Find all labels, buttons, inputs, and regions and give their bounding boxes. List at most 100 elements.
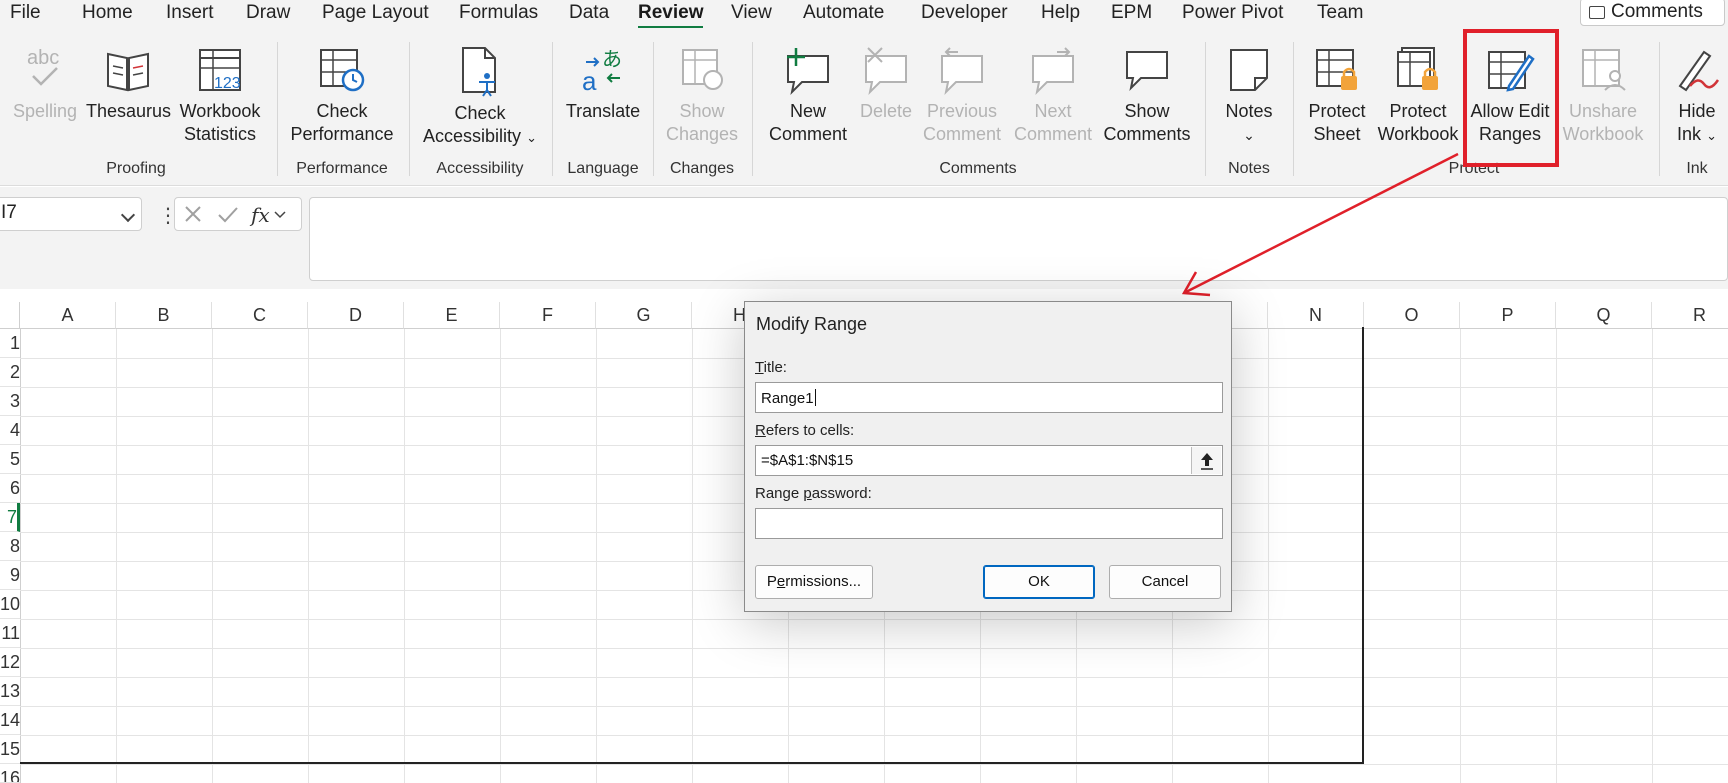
column-header[interactable]: C (212, 302, 308, 329)
row-header[interactable]: 14 (0, 706, 20, 735)
menu-automate[interactable]: Automate (803, 2, 884, 24)
protect-sheet-button[interactable]: Protect Sheet (1302, 46, 1372, 146)
cancel-button[interactable]: Cancel (1109, 565, 1221, 599)
row-header[interactable]: 2 (0, 358, 20, 387)
next-comment-icon (1032, 47, 1074, 96)
row-header[interactable]: 12 (0, 648, 20, 677)
group-label-proofing: Proofing (106, 160, 166, 177)
show-comments-icon (1126, 51, 1168, 92)
thesaurus-button[interactable]: Thesaurus (86, 46, 171, 123)
protect-workbook-button[interactable]: Protect Workbook (1374, 46, 1462, 146)
range-password-label: Range password: (755, 485, 872, 502)
menu-developer[interactable]: Developer (921, 2, 1008, 24)
column-header[interactable]: D (308, 302, 404, 329)
comments-button[interactable]: Comments (1580, 0, 1725, 26)
name-box-value: I7 (1, 202, 17, 223)
insert-function-icon[interactable]: fx (249, 203, 286, 227)
collapse-arrow-icon (1201, 453, 1213, 470)
menu-power-pivot[interactable]: Power Pivot (1182, 2, 1283, 24)
menu-insert[interactable]: Insert (166, 2, 214, 24)
menu-file[interactable]: File (10, 2, 41, 24)
menu-view[interactable]: View (731, 2, 772, 24)
column-header[interactable]: E (404, 302, 500, 329)
menu-page-layout[interactable]: Page Layout (322, 2, 429, 24)
workbook-statistics-button[interactable]: 123 Workbook Statistics (174, 46, 266, 146)
column-header[interactable]: R (1652, 302, 1728, 329)
row-header[interactable]: 10 (0, 590, 20, 619)
unshare-workbook-button[interactable]: Unshare Workbook (1560, 46, 1646, 146)
modify-range-dialog: Modify Range Title: Range1 Refers to cel… (744, 301, 1232, 612)
hide-ink-icon (1678, 50, 1720, 92)
permissions-button[interactable]: Permissions... (755, 565, 873, 599)
refers-to-cells-label: Refers to cells: (755, 422, 855, 439)
check-accessibility-button[interactable]: Check Accessibility ⌄ (418, 46, 542, 149)
column-header[interactable]: O (1364, 302, 1460, 329)
delete-comment-button[interactable]: Delete (858, 46, 914, 123)
show-comments-button[interactable]: Show Comments (1100, 46, 1194, 146)
notes-button[interactable]: Notes ⌄ (1216, 46, 1282, 147)
workbook-statistics-icon: 123 (199, 49, 241, 92)
column-header[interactable]: P (1460, 302, 1556, 329)
select-all-corner[interactable] (0, 302, 20, 329)
column-header[interactable]: Q (1556, 302, 1652, 329)
show-changes-icon (682, 49, 723, 90)
row-header[interactable]: 5 (0, 445, 20, 474)
ok-button[interactable]: OK (983, 565, 1095, 599)
svg-text:あ: あ (602, 47, 622, 71)
refers-to-cells-input[interactable]: =$A$1:$N$15 (755, 445, 1223, 476)
menu-help[interactable]: Help (1041, 2, 1080, 24)
check-performance-button[interactable]: Check Performance (286, 46, 398, 146)
menu-draw[interactable]: Draw (246, 2, 290, 24)
row-header[interactable]: 9 (0, 561, 20, 590)
enter-icon[interactable] (218, 207, 238, 223)
menu-data[interactable]: Data (569, 2, 609, 24)
range-password-input[interactable] (755, 508, 1223, 539)
column-header[interactable]: B (116, 302, 212, 329)
menu-review[interactable]: Review (638, 2, 704, 29)
protect-sheet-icon (1316, 49, 1357, 90)
group-label-performance: Performance (296, 160, 388, 177)
menu-epm[interactable]: EPM (1111, 2, 1152, 24)
cancel-icon[interactable] (185, 206, 201, 222)
book-icon (107, 52, 149, 92)
menu-formulas[interactable]: Formulas (459, 2, 538, 24)
column-header[interactable]: A (20, 302, 116, 329)
column-header[interactable]: N (1268, 302, 1364, 329)
formula-bar: I7 ⋮ fx (0, 187, 1728, 289)
row-header[interactable]: 3 (0, 387, 20, 416)
previous-comment-icon (941, 47, 983, 96)
allow-edit-ranges-highlight (1463, 29, 1559, 167)
ribbon-separator (1293, 42, 1294, 176)
group-label-accessibility: Accessibility (436, 160, 524, 177)
row-header[interactable]: 8 (0, 532, 20, 561)
row-header[interactable]: 16 (0, 764, 20, 783)
row-header[interactable]: 13 (0, 677, 20, 706)
hide-ink-button[interactable]: Hide Ink ⌄ (1668, 46, 1726, 147)
menu-home[interactable]: Home (82, 2, 133, 24)
comments-button-label: Comments (1611, 1, 1703, 22)
group-label-changes: Changes (669, 160, 735, 177)
menu-team[interactable]: Team (1317, 2, 1363, 24)
translate-button[interactable]: あ a Translate (562, 46, 644, 123)
next-comment-button[interactable]: Next Comment (1010, 46, 1096, 146)
column-header[interactable]: F (500, 302, 596, 329)
new-comment-button[interactable]: New Comment (762, 46, 854, 146)
group-label-language: Language (567, 160, 639, 177)
chevron-down-icon[interactable] (120, 207, 136, 223)
row-header[interactable]: 4 (0, 416, 20, 445)
accessibility-icon (462, 47, 496, 97)
formula-input[interactable] (309, 197, 1728, 281)
spelling-button[interactable]: abc Spelling (10, 46, 80, 123)
collapse-dialog-button[interactable] (1191, 447, 1221, 474)
row-header-selected[interactable]: 7 (0, 503, 20, 532)
ribbon-separator (752, 42, 753, 176)
row-header[interactable]: 15 (0, 735, 20, 764)
row-header[interactable]: 6 (0, 474, 20, 503)
row-header[interactable]: 11 (0, 619, 20, 648)
name-box[interactable]: I7 (0, 197, 142, 231)
title-input[interactable]: Range1 (755, 382, 1223, 413)
row-header[interactable]: 1 (0, 329, 20, 358)
show-changes-button[interactable]: Show Changes (662, 46, 742, 146)
previous-comment-button[interactable]: Previous Comment (918, 46, 1006, 146)
column-header[interactable]: G (596, 302, 692, 329)
